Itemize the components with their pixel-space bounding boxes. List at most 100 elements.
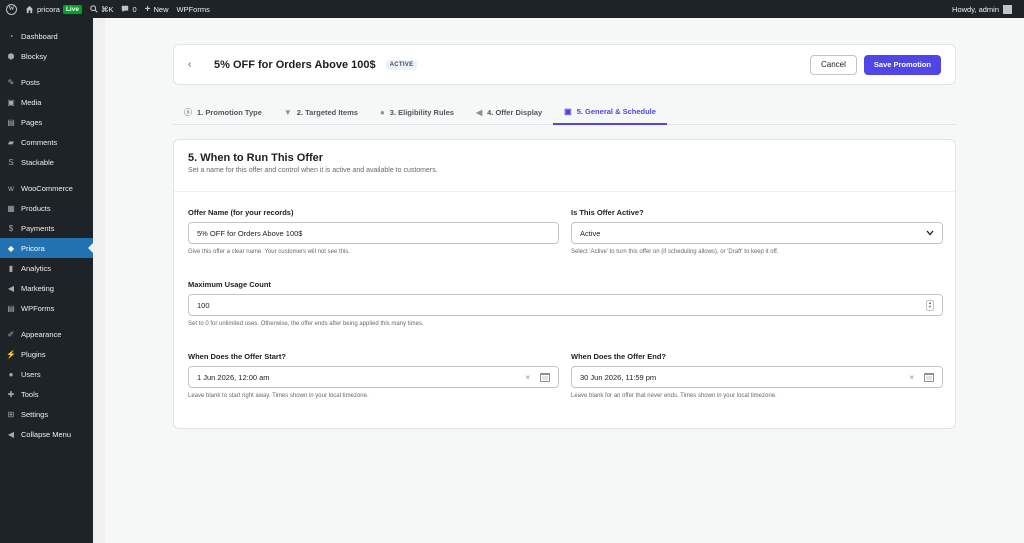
sidebar-item-blocksy[interactable]: ⬢ Blocksy: [0, 46, 93, 66]
clear-start-icon[interactable]: ×: [525, 373, 530, 382]
comments-link[interactable]: 0: [117, 0, 140, 18]
chevron-left-icon: ‹: [188, 59, 192, 70]
sidebar-item-plugins[interactable]: ⚡ Plugins: [0, 344, 93, 364]
avatar: [1003, 4, 1012, 14]
sidebar-item-label: Stackable: [21, 157, 54, 167]
page-title: 5% OFF for Orders Above 100$: [214, 58, 376, 71]
pin-icon: ✎: [7, 77, 15, 87]
section-header: 5. When to Run This Offer Set a name for…: [174, 140, 955, 192]
sidebar-item-label: Appearance: [21, 329, 62, 339]
command-search-button[interactable]: ⌘K: [86, 0, 118, 18]
sidebar-item-wpforms[interactable]: ▤ WPForms: [0, 298, 93, 318]
woocommerce-icon: w: [8, 183, 14, 193]
max-usage-field-group: Maximum Usage Count 100 ▲ ▼ Set to 0 for …: [188, 280, 943, 327]
sidebar-item-label: Settings: [21, 409, 49, 419]
account-menu[interactable]: Howdy, admin: [952, 4, 1024, 14]
tab-promotion-type[interactable]: ⓢ 1. Promotion Type: [173, 99, 273, 125]
sidebar-item-dashboard[interactable]: ◔ Dashboard: [0, 26, 93, 46]
sidebar-item-users[interactable]: ● Users: [0, 364, 93, 384]
number-stepper-icon[interactable]: ▲ ▼: [926, 299, 934, 311]
sidebar-item-analytics[interactable]: ▮ Analytics: [0, 258, 93, 278]
active-label: Is This Offer Active?: [571, 208, 644, 217]
collapse-icon: ◀: [7, 429, 15, 439]
sidebar-item-stackable[interactable]: S Stackable: [0, 152, 93, 172]
tab-general-schedule[interactable]: ▣ 5. General & Schedule: [553, 99, 667, 125]
appearance-icon: ✐: [7, 329, 15, 339]
pricora-icon: ◆: [7, 243, 15, 253]
wpforms-link[interactable]: WPForms: [173, 0, 214, 18]
sidebar-item-tools[interactable]: ✚ Tools: [0, 384, 93, 404]
start-date-field-group: When Does the Offer Start? 1 Jun 2026, 1…: [188, 352, 559, 399]
sidebar-item-label: Marketing: [21, 283, 54, 293]
users-icon: ●: [8, 369, 14, 379]
comment-icon: [122, 5, 129, 13]
tools-icon: ✚: [7, 389, 15, 399]
sidebar-item-label: Dashboard: [21, 31, 58, 41]
back-button[interactable]: ‹: [188, 59, 208, 70]
sidebar-item-media[interactable]: ▣ Media: [0, 92, 93, 112]
filter-icon: ▼: [283, 107, 292, 117]
start-date-input[interactable]: 1 Jun 2026, 12:00 am ×: [188, 366, 559, 388]
user-icon: ●: [379, 107, 385, 117]
sidebar-item-woocommerce[interactable]: w WooCommerce: [0, 178, 93, 198]
end-date-input[interactable]: 30 Jun 2026, 11:59 pm ×: [571, 366, 943, 388]
offer-name-input[interactable]: 5% OFF for Orders Above 100$: [188, 222, 559, 244]
calendar-icon[interactable]: [924, 372, 934, 382]
tab-bar: ⓢ 1. Promotion Type ▼ 2. Targeted Items …: [173, 99, 956, 125]
section-title: 5. When to Run This Offer: [188, 152, 324, 164]
tab-label: 1. Promotion Type: [197, 107, 262, 117]
sidebar-item-label: Blocksy: [21, 51, 47, 61]
sidebar-item-pages[interactable]: ▤ Pages: [0, 112, 93, 132]
wordpress-logo-button[interactable]: W: [0, 0, 21, 18]
marketing-icon: ◀: [7, 283, 15, 293]
start-date-value: 1 Jun 2026, 12:00 am: [197, 372, 270, 382]
stackable-icon: S: [8, 157, 14, 167]
admin-bar: W pricora Live ⌘K 0 + New WPForms Howdy,…: [0, 0, 1024, 18]
chevron-down-icon: [926, 230, 934, 236]
wordpress-logo-icon: W: [6, 3, 17, 15]
active-select[interactable]: Active: [571, 222, 943, 244]
offer-name-value: 5% OFF for Orders Above 100$: [197, 228, 303, 238]
cancel-button[interactable]: Cancel: [809, 54, 857, 75]
sidebar-item-comments[interactable]: ▰ Comments: [0, 132, 93, 152]
wpforms-icon: ▤: [7, 303, 15, 313]
site-name-link[interactable]: pricora Live: [21, 0, 86, 18]
sidebar-item-label: WPForms: [21, 303, 55, 313]
sidebar-item-label: Payments: [21, 223, 55, 233]
main-content: ‹ 5% OFF for Orders Above 100$ ACTIVE Ca…: [105, 18, 1024, 543]
tab-label: 5. General & Schedule: [576, 106, 656, 116]
sidebar-item-pricora[interactable]: ◆ Pricora: [0, 238, 93, 258]
tab-targeted-items[interactable]: ▼ 2. Targeted Items: [273, 99, 369, 125]
section-description: Set a name for this offer and control wh…: [188, 167, 438, 174]
max-usage-value: 100: [197, 300, 210, 310]
sidebar-item-payments[interactable]: $ Payments: [0, 218, 93, 238]
payments-icon: $: [8, 223, 14, 233]
promotion-header: ‹ 5% OFF for Orders Above 100$ ACTIVE Ca…: [173, 44, 956, 85]
sidebar-item-appearance[interactable]: ✐ Appearance: [0, 324, 93, 344]
admin-sidebar: ◔ Dashboard ⬢ Blocksy ✎ Posts ▣ Media ▤ Pages…: [0, 18, 93, 543]
sidebar-item-posts[interactable]: ✎ Posts: [0, 72, 93, 92]
sidebar-item-products[interactable]: ▦ Products: [0, 198, 93, 218]
clear-end-icon[interactable]: ×: [909, 373, 914, 382]
sidebar-item-settings[interactable]: ⊞ Settings: [0, 404, 93, 424]
media-icon: ▣: [7, 97, 15, 107]
blocksy-icon: ⬢: [7, 51, 15, 61]
active-help: Select 'Active' to turn this offer on (i…: [571, 249, 779, 255]
sidebar-item-label: Comments: [21, 137, 58, 147]
new-label: New: [153, 4, 169, 14]
save-promotion-button[interactable]: Save Promotion: [863, 54, 941, 75]
analytics-icon: ▮: [8, 263, 14, 273]
sidebar-item-marketing[interactable]: ◀ Marketing: [0, 278, 93, 298]
sidebar-item-collapse[interactable]: ◀ Collapse Menu: [0, 424, 93, 444]
sidebar-item-label: Pricora: [21, 243, 45, 253]
calendar-icon[interactable]: [540, 372, 550, 382]
comments-count: 0: [132, 4, 137, 14]
header-actions: Cancel Save Promotion: [809, 54, 941, 75]
tab-offer-display[interactable]: ◀ 4. Offer Display: [465, 99, 553, 125]
sidebar-item-label: Pages: [21, 117, 43, 127]
tab-eligibility-rules[interactable]: ● 3. Eligibility Rules: [369, 99, 465, 125]
max-usage-input[interactable]: 100 ▲ ▼: [188, 294, 943, 316]
start-date-help: Leave blank to start right away. Times s…: [188, 393, 369, 399]
new-content-link[interactable]: + New: [141, 0, 173, 18]
dashboard-icon: ◔: [8, 31, 14, 41]
